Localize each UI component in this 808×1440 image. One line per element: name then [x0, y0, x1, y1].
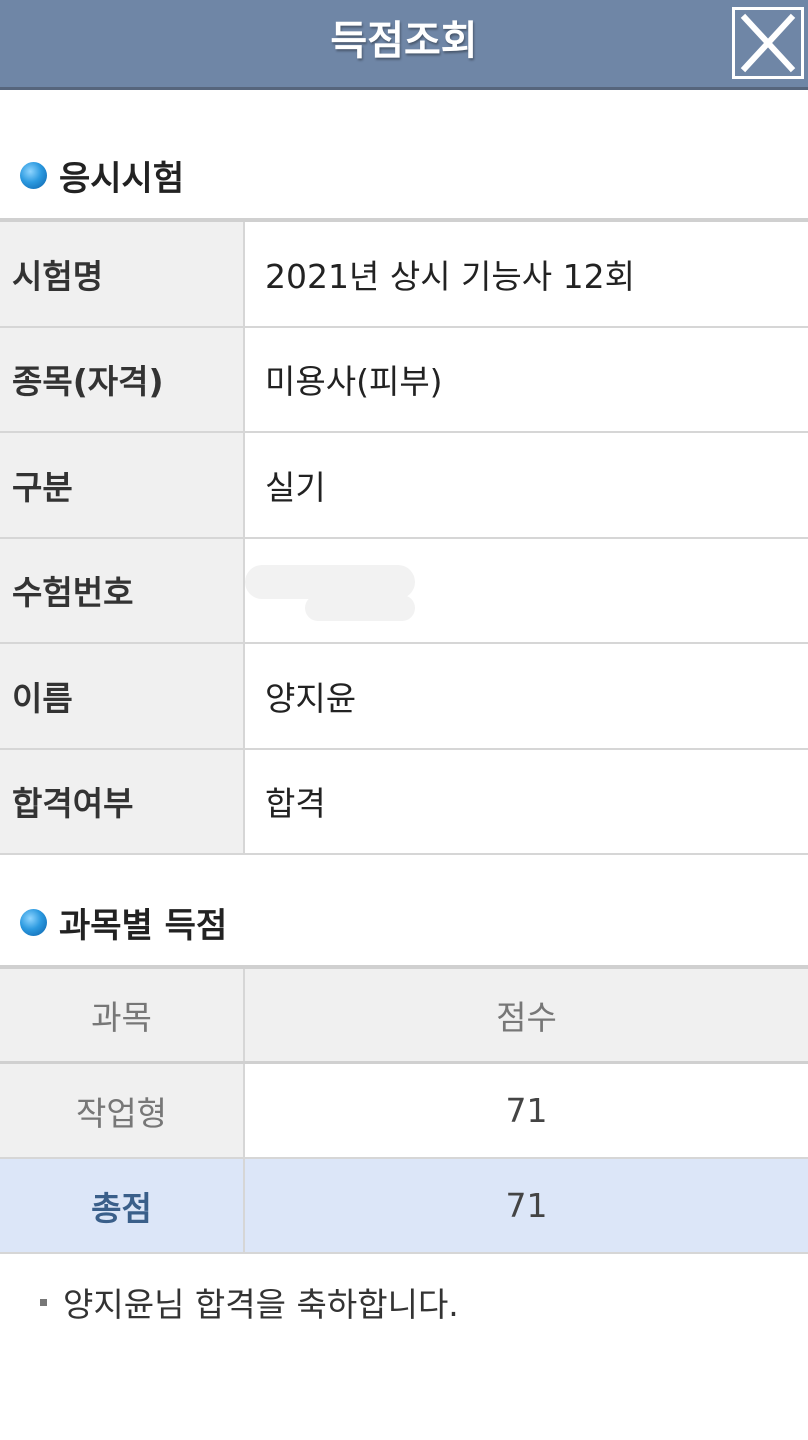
- score-table: 과목 점수 작업형 71 총점 71: [0, 965, 808, 1254]
- info-row-name: 이름 양지윤: [0, 644, 808, 750]
- bullet-icon: [20, 161, 47, 189]
- score-cell: 71: [505, 1091, 548, 1130]
- total-row: 총점 71: [0, 1159, 808, 1254]
- info-value: 실기: [265, 467, 326, 507]
- info-row-subject: 종목(자격) 미용사(피부): [0, 327, 808, 433]
- section-title-exam-label: 응시시험: [59, 158, 185, 199]
- info-label: 시험명: [0, 222, 245, 326]
- info-label: 종목(자격): [0, 327, 245, 431]
- subject-cell: 작업형: [0, 1064, 245, 1157]
- column-header-subject: 과목: [0, 969, 245, 1061]
- redacted-blur: [245, 555, 425, 625]
- info-value-redacted: [245, 539, 808, 643]
- exam-info-table: 시험명 2021년 상시 기능사 12회 종목(자격) 미용사(피부) 구분 실…: [0, 218, 808, 855]
- bullet-icon: [20, 908, 47, 936]
- total-label: 총점: [0, 1159, 245, 1252]
- info-row-result: 합격여부 합격: [0, 749, 808, 855]
- info-label: 구분: [0, 433, 245, 537]
- info-value: 양지윤: [265, 678, 357, 718]
- table-row: 작업형 71: [0, 1064, 808, 1159]
- column-header-score: 점수: [496, 998, 557, 1037]
- total-score: 71: [505, 1186, 548, 1225]
- info-label: 수험번호: [0, 538, 245, 642]
- score-table-header: 과목 점수: [0, 969, 808, 1064]
- section-title-exam: 응시시험: [20, 155, 184, 199]
- info-label: 이름: [0, 644, 245, 748]
- section-title-scores-label: 과목별 득점: [59, 905, 228, 946]
- congratulation-note: 양지윤님 합격을 축하합니다.: [40, 1280, 459, 1324]
- info-row-exam-number: 수험번호: [0, 538, 808, 644]
- info-row-exam-name: 시험명 2021년 상시 기능사 12회: [0, 222, 808, 328]
- square-bullet-icon: [40, 1298, 47, 1306]
- header-bar: 득점조회: [0, 0, 808, 90]
- info-label: 합격여부: [0, 749, 245, 853]
- info-row-type: 구분 실기: [0, 433, 808, 539]
- section-title-scores: 과목별 득점: [20, 902, 227, 946]
- close-icon: [740, 13, 796, 73]
- close-button[interactable]: [732, 7, 804, 79]
- note-text: 양지윤님 합격을 축하합니다.: [63, 1285, 459, 1324]
- info-value: 미용사(피부): [265, 362, 443, 402]
- info-value: 2021년 상시 기능사 12회: [265, 256, 635, 296]
- info-value: 합격: [265, 784, 326, 824]
- page-title: 득점조회: [330, 18, 478, 64]
